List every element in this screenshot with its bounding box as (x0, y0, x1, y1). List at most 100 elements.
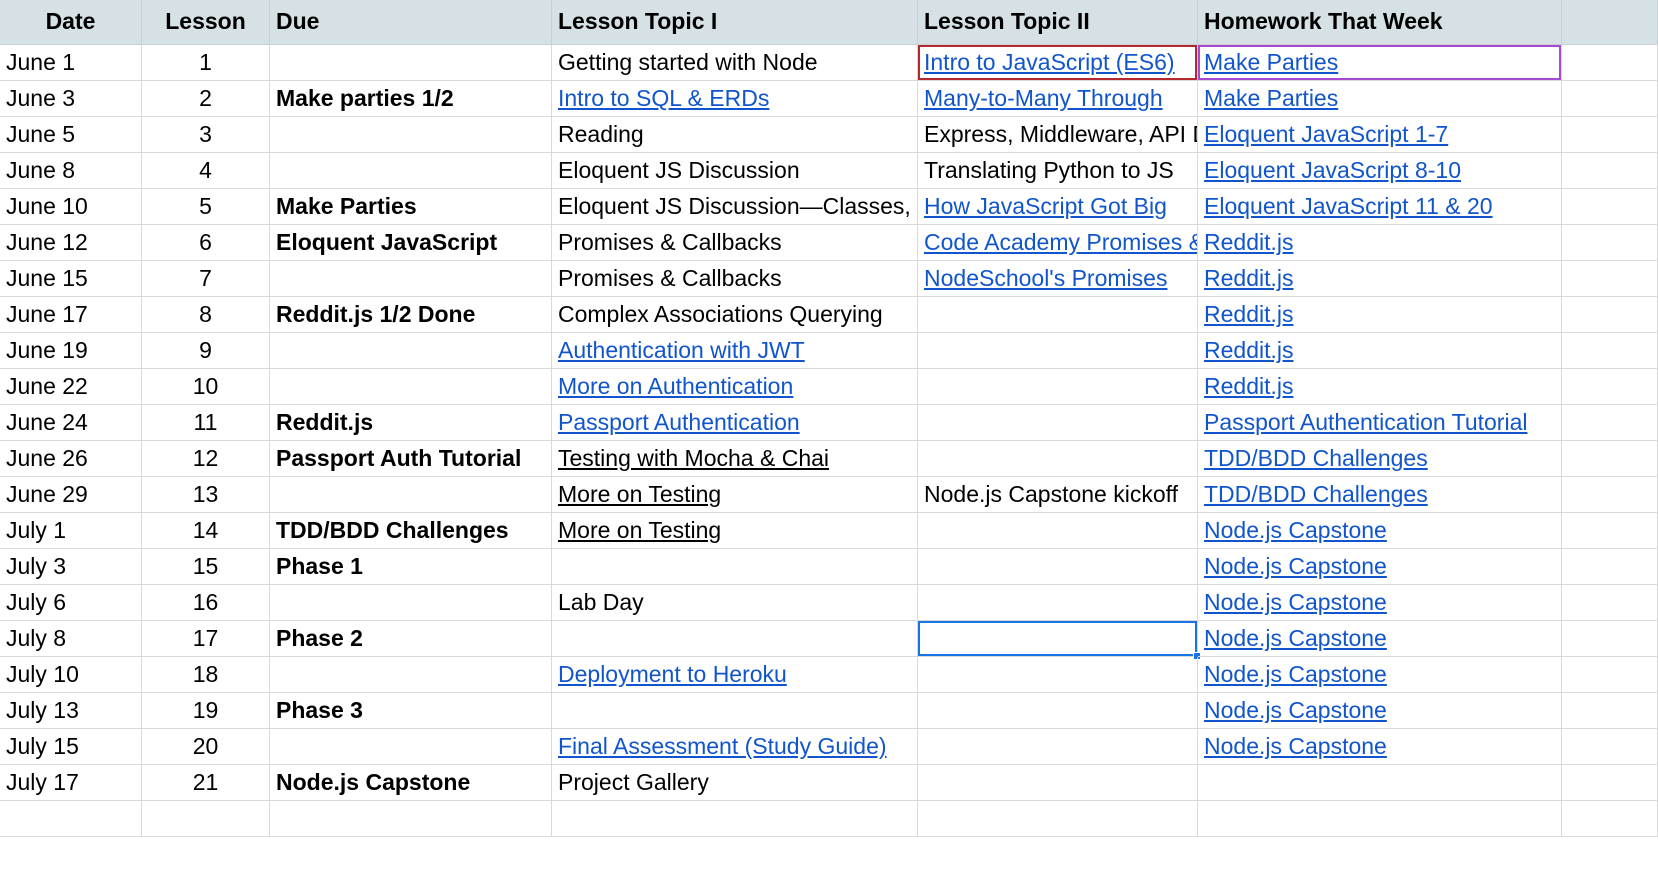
cell-empty[interactable] (1562, 513, 1658, 549)
cell-lesson[interactable]: 3 (142, 117, 270, 153)
cell-lesson[interactable]: 4 (142, 153, 270, 189)
cell-topic2[interactable] (918, 729, 1198, 765)
cell-date[interactable]: June 3 (0, 81, 142, 117)
cell-empty[interactable] (1562, 189, 1658, 225)
header-date[interactable]: Date (0, 0, 142, 45)
cell-date[interactable]: June 26 (0, 441, 142, 477)
cell-homework[interactable]: Reddit.js (1198, 333, 1562, 369)
cell-date[interactable]: July 1 (0, 513, 142, 549)
cell-link[interactable]: Node.js Capstone (1204, 625, 1387, 651)
cell-due[interactable] (270, 117, 552, 153)
cell-link[interactable]: Intro to SQL & ERDs (558, 85, 769, 111)
cell-topic1[interactable]: Lab Day (552, 585, 918, 621)
cell-due[interactable]: Make Parties (270, 189, 552, 225)
cell-due[interactable] (270, 333, 552, 369)
header-homework[interactable]: Homework That Week (1198, 0, 1562, 45)
cell-link[interactable]: Reddit.js (1204, 337, 1293, 363)
cell-link[interactable]: Reddit.js (1204, 229, 1293, 255)
cell-lesson[interactable]: 16 (142, 585, 270, 621)
cell-homework[interactable]: Node.js Capstone (1198, 657, 1562, 693)
cell-lesson[interactable]: 21 (142, 765, 270, 801)
cell-lesson[interactable]: 14 (142, 513, 270, 549)
cell-homework[interactable]: Eloquent JavaScript 11 & 20 (1198, 189, 1562, 225)
cell-link[interactable]: Final Assessment (Study Guide) (558, 733, 887, 759)
cell-topic2[interactable] (918, 693, 1198, 729)
cell-topic1[interactable] (552, 549, 918, 585)
cell-homework[interactable]: Node.js Capstone (1198, 693, 1562, 729)
cell-homework[interactable]: Eloquent JavaScript 1-7 (1198, 117, 1562, 153)
cell-due[interactable]: Passport Auth Tutorial (270, 441, 552, 477)
header-empty[interactable] (1562, 0, 1658, 45)
cell-topic2[interactable]: How JavaScript Got Big (918, 189, 1198, 225)
cell-lesson[interactable]: 13 (142, 477, 270, 513)
cell-link[interactable]: Code Academy Promises & (924, 229, 1197, 255)
cell-homework[interactable]: Node.js Capstone (1198, 513, 1562, 549)
cell-due[interactable]: Reddit.js (270, 405, 552, 441)
cell-homework[interactable]: Passport Authentication Tutorial (1198, 405, 1562, 441)
cell-topic1[interactable]: Eloquent JS Discussion—Classes, M (552, 189, 918, 225)
header-topic2[interactable]: Lesson Topic II (918, 0, 1198, 45)
cell-homework[interactable]: Make Parties (1198, 81, 1562, 117)
cell-empty[interactable] (1562, 765, 1658, 801)
cell-date[interactable]: June 8 (0, 153, 142, 189)
cell-link[interactable]: Eloquent JavaScript 8-10 (1204, 157, 1461, 183)
cell-link[interactable]: Many-to-Many Through (924, 85, 1163, 111)
cell-due[interactable] (270, 801, 552, 837)
cell-homework[interactable]: Node.js Capstone (1198, 729, 1562, 765)
cell-due[interactable] (270, 657, 552, 693)
cell-topic1[interactable] (552, 801, 918, 837)
cell-date[interactable]: June 5 (0, 117, 142, 153)
cell-link[interactable]: Node.js Capstone (1204, 697, 1387, 723)
cell-topic2[interactable] (918, 801, 1198, 837)
cell-topic2[interactable] (918, 621, 1201, 660)
cell-topic1[interactable]: Complex Associations Querying (552, 297, 918, 333)
cell-topic1[interactable]: Project Gallery (552, 765, 918, 801)
cell-due[interactable] (270, 369, 552, 405)
cell-empty[interactable] (1562, 297, 1658, 333)
cell-due[interactable]: Make parties 1/2 (270, 81, 552, 117)
cell-empty[interactable] (1562, 117, 1658, 153)
cell-topic2[interactable] (918, 405, 1198, 441)
cell-lesson[interactable]: 11 (142, 405, 270, 441)
header-due[interactable]: Due (270, 0, 552, 45)
cell-lesson[interactable]: 17 (142, 621, 270, 657)
cell-due[interactable]: Node.js Capstone (270, 765, 552, 801)
cell-topic2[interactable]: Code Academy Promises & (918, 225, 1198, 261)
cell-topic1[interactable]: Reading (552, 117, 918, 153)
cell-due[interactable]: Phase 3 (270, 693, 552, 729)
cell-date[interactable]: June 29 (0, 477, 142, 513)
cell-link[interactable]: Make Parties (1204, 85, 1338, 111)
cell-date[interactable]: June 15 (0, 261, 142, 297)
cell-homework[interactable]: TDD/BDD Challenges (1198, 477, 1562, 513)
cell-due[interactable] (270, 477, 552, 513)
cell-link[interactable]: Reddit.js (1204, 373, 1293, 399)
cell-topic1[interactable]: Promises & Callbacks (552, 225, 918, 261)
cell-empty[interactable] (1562, 801, 1658, 837)
cell-link[interactable]: Eloquent JavaScript 1-7 (1204, 121, 1448, 147)
cell-link[interactable]: Node.js Capstone (1204, 661, 1387, 687)
cell-topic2[interactable] (918, 657, 1198, 693)
cell-date[interactable]: June 24 (0, 405, 142, 441)
cell-topic2[interactable] (918, 765, 1198, 801)
cell-topic2[interactable] (918, 513, 1198, 549)
cell-lesson[interactable]: 9 (142, 333, 270, 369)
cell-topic1[interactable]: Passport Authentication (552, 405, 918, 441)
cell-date[interactable]: July 10 (0, 657, 142, 693)
cell-homework[interactable]: Make Parties (1198, 45, 1562, 81)
cell-link[interactable]: Reddit.js (1204, 301, 1293, 327)
cell-lesson[interactable]: 10 (142, 369, 270, 405)
cell-date[interactable]: July 17 (0, 765, 142, 801)
cell-empty[interactable] (1562, 621, 1658, 657)
cell-topic1[interactable]: More on Testing (552, 513, 918, 549)
cell-topic2[interactable]: Intro to JavaScript (ES6) (918, 45, 1198, 81)
cell-topic1[interactable]: Deployment to Heroku (552, 657, 918, 693)
cell-topic1[interactable]: Testing with Mocha & Chai (552, 441, 918, 477)
header-topic1[interactable]: Lesson Topic I (552, 0, 918, 45)
cell-due[interactable] (270, 585, 552, 621)
cell-topic2[interactable] (918, 297, 1198, 333)
cell-lesson[interactable]: 15 (142, 549, 270, 585)
cell-empty[interactable] (1562, 729, 1658, 765)
cell-lesson[interactable]: 7 (142, 261, 270, 297)
cell-date[interactable]: June 1 (0, 45, 142, 81)
cell-topic2[interactable] (918, 333, 1198, 369)
